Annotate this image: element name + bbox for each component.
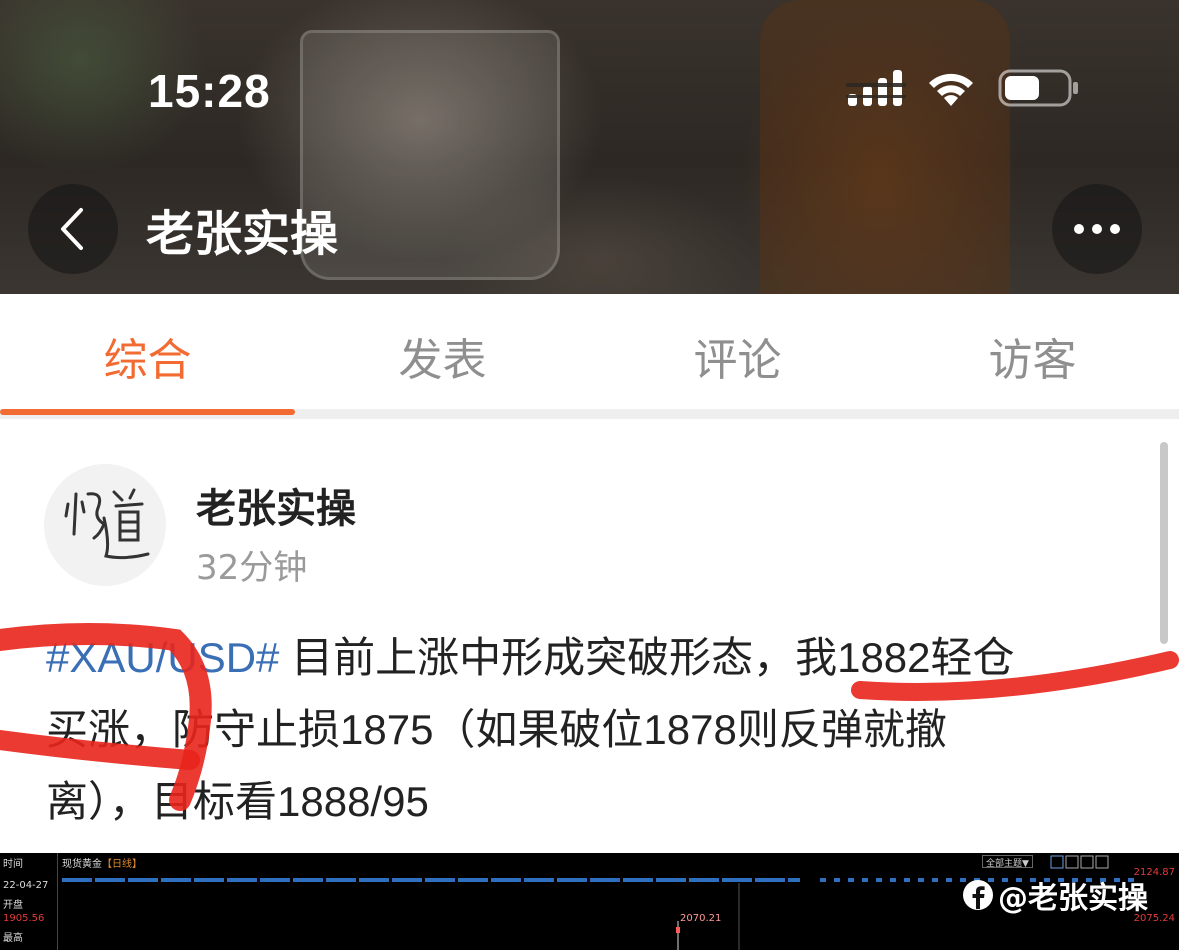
chart-symbol: 现货黄金 — [62, 859, 102, 870]
post-timestamp: 32分钟 — [196, 548, 308, 588]
post-line-3: 离），目标看1888/95 — [46, 778, 429, 825]
watermark: @老张实操 — [962, 873, 1148, 917]
more-options-button[interactable] — [1052, 184, 1142, 274]
profile-header: 15:28 老张实操 — [0, 0, 1179, 294]
chart-peak-label: 2070.21 — [680, 913, 722, 924]
chart-candle — [676, 921, 680, 950]
chart-timeframe: 【日线】 — [102, 859, 142, 870]
avatar-calligraphy-logo — [64, 488, 150, 560]
tab-visitors[interactable]: 访客 — [885, 324, 1179, 388]
chart-title: 现货黄金【日线】 — [62, 855, 142, 870]
header-title: 老张实操 — [146, 206, 339, 262]
post-author-name[interactable]: 老张实操 — [196, 476, 356, 534]
cellular-signal-icon — [846, 70, 906, 106]
background-photo-glass — [300, 30, 560, 280]
active-tab-indicator — [0, 409, 295, 415]
avatar[interactable] — [44, 464, 166, 586]
watermark-text: @老张实操 — [998, 881, 1148, 916]
profile-tabs: 综合 发表 评论 访客 — [0, 294, 1179, 420]
chart-info-date: 22-04-27 — [3, 880, 49, 891]
back-button[interactable] — [28, 184, 118, 274]
chevron-left-icon — [61, 208, 83, 250]
post-line-2: 买涨，防守止损1875（如果破位1878则反弹就撤 — [46, 706, 947, 753]
chart-vertical-marker — [738, 883, 740, 950]
battery-icon — [998, 69, 1078, 107]
chart-info-label-time: 时间 — [3, 859, 23, 870]
ellipsis-icon — [1074, 224, 1120, 234]
post-body: #XAU/USD# 目前上涨中形成突破形态，我1882轻仓 买涨，防守止损187… — [46, 622, 1136, 838]
scrollbar[interactable] — [1160, 442, 1168, 644]
tab-overview[interactable]: 综合 — [0, 324, 295, 388]
chart-info-open-value: 1905.56 — [3, 913, 45, 924]
status-bar-time: 15:28 — [148, 65, 271, 117]
chart-theme-dropdown[interactable]: 全部主题▼ — [982, 855, 1033, 869]
facebook-icon — [963, 880, 993, 910]
background-photo-bottle — [760, 0, 1010, 294]
post-line-1: #XAU/USD# 目前上涨中形成突破形态，我1882轻仓 — [46, 622, 1136, 694]
chart-info-panel: 时间 22-04-27 开盘 1905.56 最高 — [0, 853, 58, 950]
chart-info-label-open: 开盘 — [3, 900, 23, 911]
hashtag-link[interactable]: #XAU/USD# — [46, 634, 279, 681]
wifi-icon — [929, 73, 973, 106]
post-line-1-text: 目前上涨中形成突破形态，我1882轻仓 — [279, 634, 1015, 681]
tab-comments[interactable]: 评论 — [590, 324, 885, 388]
chart-info-label-high: 最高 — [3, 933, 23, 944]
tab-posts[interactable]: 发表 — [295, 324, 590, 388]
chart-toolbar-icons[interactable] — [1050, 855, 1120, 869]
